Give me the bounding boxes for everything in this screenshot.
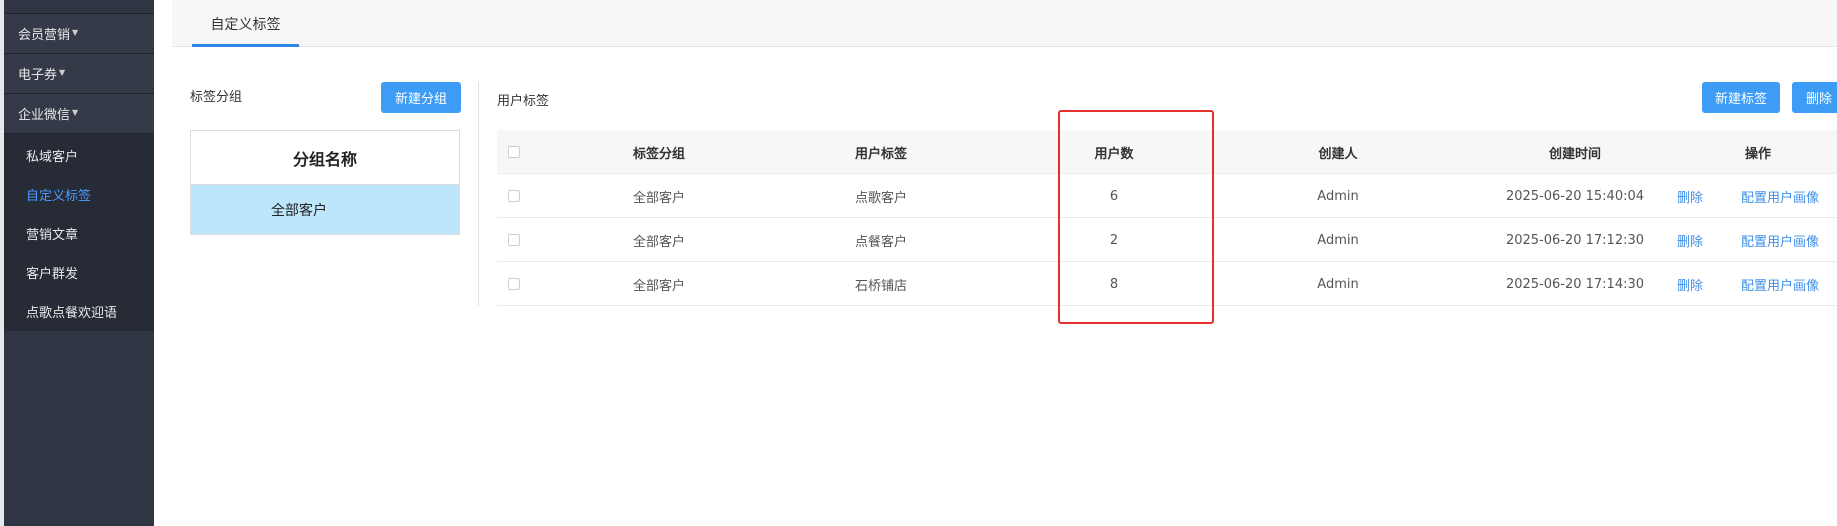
cell-time: 2025-06-20 17:12:30	[1505, 232, 1645, 248]
group-row-label: 全部客户	[271, 202, 327, 219]
table-row: 全部客户 点餐客户 2 Admin 2025-06-20 17:12:30 删除…	[497, 218, 1837, 262]
caret-down-icon: ▼	[72, 108, 79, 117]
col-header-group: 标签分组	[633, 146, 686, 162]
sidebar-group-coupons[interactable]: 电子券 ▼	[4, 54, 154, 94]
cell-tag: 石桥铺店	[855, 278, 908, 294]
tab-custom-tags[interactable]: 自定义标签	[192, 0, 299, 47]
sidebar-item-private-customers[interactable]: 私域客户	[4, 136, 154, 175]
cell-creator: Admin	[1317, 232, 1359, 248]
row-select-cell[interactable]	[508, 174, 520, 218]
delete-link[interactable]: 删除	[1677, 262, 1703, 306]
active-tab-indicator	[192, 44, 299, 47]
select-all-checkbox[interactable]	[508, 146, 520, 158]
row-select-cell[interactable]	[508, 218, 520, 262]
group-row-all-customers[interactable]: 全部客户	[191, 185, 459, 234]
col-header-tag: 用户标签	[855, 146, 908, 162]
table-row: 全部客户 石桥铺店 8 Admin 2025-06-20 17:14:30 删除…	[497, 262, 1837, 306]
row-select-cell[interactable]	[508, 262, 520, 306]
cell-tag: 点歌客户	[855, 190, 908, 206]
sidebar-item-label: 点歌点餐欢迎语	[26, 306, 118, 321]
cell-creator: Admin	[1317, 188, 1359, 204]
configure-profile-link[interactable]: 配置用户画像	[1741, 262, 1819, 306]
sidebar-item-label: 私域客户	[26, 150, 79, 165]
cell-time: 2025-06-20 15:40:04	[1505, 188, 1645, 204]
sidebar-item-label: 自定义标签	[26, 189, 92, 204]
col-header-time: 创建时间	[1548, 146, 1601, 162]
cell-group: 全部客户	[633, 234, 686, 250]
page: 会员营销 ▼ 电子券 ▼ 企业微信 ▼ 私域客户 自定义标签 营销文章 客户群发	[0, 0, 1837, 526]
panel-divider	[478, 82, 479, 306]
sidebar: 会员营销 ▼ 电子券 ▼ 企业微信 ▼ 私域客户 自定义标签 营销文章 客户群发	[4, 0, 154, 526]
table-header-row: 标签分组 用户标签 用户数 创建人 创建时间 操作	[497, 130, 1837, 174]
sidebar-group-wecom[interactable]: 企业微信 ▼	[4, 94, 154, 134]
sidebar-item-custom-tags[interactable]: 自定义标签	[4, 175, 154, 214]
sidebar-submenu: 私域客户 自定义标签 营销文章 客户群发 点歌点餐欢迎语	[4, 134, 154, 331]
cell-creator: Admin	[1317, 276, 1359, 292]
cell-group: 全部客户	[633, 278, 686, 294]
col-header-creator: 创建人	[1318, 146, 1358, 162]
group-table-header: 分组名称	[191, 131, 459, 185]
sidebar-group-member-marketing[interactable]: 会员营销 ▼	[4, 14, 154, 54]
sidebar-top	[4, 0, 154, 14]
cell-count: 8	[1109, 276, 1119, 292]
sidebar-item-label: 客户群发	[26, 267, 79, 282]
sidebar-item-customer-broadcast[interactable]: 客户群发	[4, 253, 154, 292]
row-checkbox[interactable]	[508, 190, 520, 202]
sidebar-item-marketing-articles[interactable]: 营销文章	[4, 214, 154, 253]
sidebar-item-label: 营销文章	[26, 228, 79, 243]
sidebar-group-label: 会员营销	[18, 28, 71, 43]
table-row: 全部客户 点歌客户 6 Admin 2025-06-20 15:40:04 删除…	[497, 174, 1837, 218]
select-all-cell[interactable]	[508, 130, 520, 174]
sidebar-item-welcome-message[interactable]: 点歌点餐欢迎语	[4, 292, 154, 331]
tags-table: 标签分组 用户标签 用户数 创建人 创建时间 操作 全部客户 点歌客户 6 Ad…	[497, 130, 1837, 306]
tab-bar: 自定义标签	[172, 0, 1837, 47]
tab-label: 自定义标签	[210, 16, 281, 33]
delete-link[interactable]: 删除	[1677, 174, 1703, 218]
caret-down-icon: ▼	[72, 28, 79, 37]
tags-panel-title: 用户标签	[497, 94, 550, 109]
sidebar-group-label: 电子券	[18, 68, 58, 83]
new-tag-button[interactable]: 新建标签	[1702, 82, 1780, 113]
delete-link[interactable]: 删除	[1677, 218, 1703, 262]
cell-tag: 点餐客户	[855, 234, 908, 250]
row-checkbox[interactable]	[508, 278, 520, 290]
delete-button[interactable]: 删除	[1792, 82, 1837, 113]
configure-profile-link[interactable]: 配置用户画像	[1741, 218, 1819, 262]
configure-profile-link[interactable]: 配置用户画像	[1741, 174, 1819, 218]
cell-group: 全部客户	[633, 190, 686, 206]
cell-time: 2025-06-20 17:14:30	[1505, 276, 1645, 292]
groups-panel-title: 标签分组	[190, 90, 243, 105]
col-header-ops: 操作	[1744, 146, 1771, 162]
sidebar-group-label: 企业微信	[18, 108, 71, 123]
cell-count: 6	[1109, 188, 1119, 204]
new-group-button[interactable]: 新建分组	[381, 82, 461, 113]
col-header-count: 用户数	[1094, 146, 1134, 162]
cell-count: 2	[1109, 232, 1119, 248]
row-checkbox[interactable]	[508, 234, 520, 246]
caret-down-icon: ▼	[59, 68, 66, 77]
group-table: 分组名称 全部客户	[190, 130, 460, 235]
